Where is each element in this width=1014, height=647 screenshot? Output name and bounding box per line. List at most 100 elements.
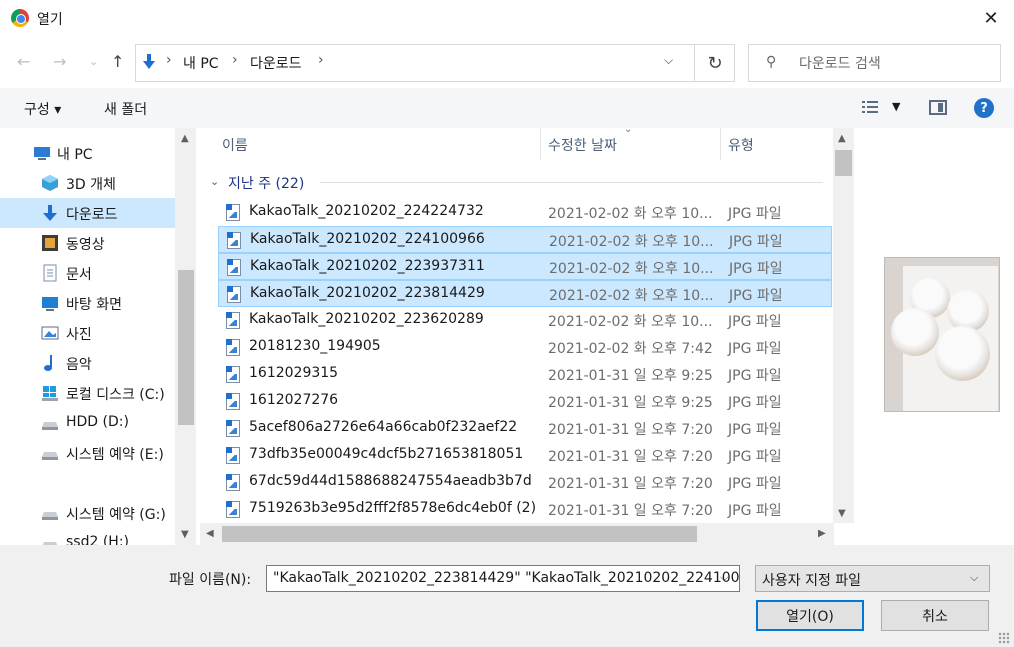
3d-objects-icon	[42, 175, 58, 191]
file-row[interactable]: KakaoTalk_20210202_224100966 2021-02-02 화…	[218, 226, 832, 253]
file-name: 1612027276	[249, 392, 339, 408]
column-divider[interactable]	[720, 128, 721, 160]
file-name: 20181230_194905	[249, 338, 381, 354]
resize-grip-icon[interactable]	[998, 632, 1010, 644]
jpg-file-icon	[227, 232, 241, 249]
file-row[interactable]: 20181230_194905 2021-02-02 화 오후 7:42 JPG 파…	[218, 334, 832, 361]
nav-item-label: 동영상	[66, 237, 105, 253]
column-divider[interactable]	[540, 128, 541, 160]
file-type: JPG 파일	[728, 503, 782, 519]
pc-icon	[34, 147, 50, 160]
breadcrumb-my-pc[interactable]: 내 PC	[183, 53, 219, 73]
bottom-panel	[0, 545, 1014, 647]
nav-scrollbar-thumb[interactable]	[178, 270, 194, 425]
file-name: KakaoTalk_20210202_224100966	[250, 231, 485, 247]
file-row[interactable]: 7519263b3e95d2fff2f8578e6dc4eb0f (2) 2021…	[218, 496, 832, 523]
address-dropdown-chevron-icon[interactable]: ⌵	[664, 53, 673, 68]
file-row[interactable]: KakaoTalk_20210202_224224732 2021-02-02 화…	[218, 199, 832, 226]
file-row[interactable]: KakaoTalk_20210202_223620289 2021-02-02 화…	[218, 307, 832, 334]
nav-item-downloads[interactable]: 다운로드	[0, 198, 175, 228]
file-date: 2021-02-02 화 오후 7:42	[548, 341, 713, 357]
view-options-icon[interactable]	[862, 100, 878, 114]
vertical-scrollbar-thumb[interactable]	[835, 150, 852, 176]
nav-item-label: 문서	[66, 267, 92, 283]
nav-item-local-disk-c[interactable]: 로컬 디스크 (C:)	[0, 378, 175, 408]
scroll-right-arrow-icon[interactable]: ▶	[818, 528, 826, 539]
preview-pane-toggle-icon[interactable]	[929, 100, 947, 115]
nav-item-ssd2-h[interactable]: ssd2 (H:)	[0, 528, 175, 545]
file-row[interactable]: 1612027276 2021-01-31 일 오후 9:25 JPG 파일	[218, 388, 832, 415]
forward-arrow-icon[interactable]: →	[53, 52, 66, 71]
new-folder-button[interactable]: 새 폴더	[104, 99, 147, 119]
horizontal-scrollbar-thumb[interactable]	[222, 526, 697, 542]
recent-locations-chevron-icon[interactable]: ⌄	[89, 55, 98, 68]
file-row[interactable]: 5acef806a2726e64a66cab0f232aef22 2021-01-…	[218, 415, 832, 442]
file-row[interactable]: 67dc59d44d1588688247554aeadb3b7d 2021-01-…	[218, 469, 832, 496]
file-row[interactable]: 73dfb35e00049c4dcf5b271653818051 2021-01-…	[218, 442, 832, 469]
filename-input[interactable]: "KakaoTalk_20210202_223814429" "KakaoTal…	[266, 565, 740, 592]
scroll-down-arrow-icon[interactable]: ▼	[181, 529, 189, 540]
nav-item-label: 바탕 화면	[66, 297, 122, 313]
file-type-select[interactable]: 사용자 지정 파일	[755, 565, 990, 592]
nav-item-system-reserved-e[interactable]: 시스템 예약 (E:)	[0, 438, 175, 468]
file-type: JPG 파일	[728, 449, 782, 465]
column-header-date[interactable]: 수정한 날짜	[548, 135, 617, 155]
nav-item-desktop[interactable]: 바탕 화면	[0, 288, 175, 318]
breadcrumb-separator[interactable]: ›	[318, 52, 324, 68]
nav-item-videos[interactable]: 동영상	[0, 228, 175, 258]
drive-icon	[42, 512, 58, 520]
scroll-down-arrow-icon[interactable]: ▼	[838, 508, 846, 519]
group-header[interactable]: 지난 주 (22)	[228, 173, 304, 193]
nav-item-label: 시스템 예약 (E:)	[66, 447, 164, 463]
close-button[interactable]: ✕	[968, 0, 1014, 36]
jpg-file-icon	[227, 259, 241, 276]
nav-item-my-pc[interactable]: 내 PC	[0, 138, 175, 168]
file-row[interactable]: 1612029315 2021-01-31 일 오후 9:25 JPG 파일	[218, 361, 832, 388]
chrome-app-icon	[11, 9, 29, 27]
breadcrumb-separator[interactable]: ›	[232, 52, 238, 68]
scroll-up-arrow-icon[interactable]: ▲	[838, 133, 846, 144]
file-type: JPG 파일	[728, 476, 782, 492]
file-list-vertical-scrollbar[interactable]	[833, 128, 854, 523]
organize-button[interactable]: 구성 ▾	[24, 99, 61, 119]
jpg-file-icon	[226, 447, 240, 464]
file-row[interactable]: KakaoTalk_20210202_223937311 2021-02-02 화…	[218, 253, 832, 280]
jpg-file-icon	[226, 312, 240, 329]
cancel-button[interactable]: 취소	[881, 600, 989, 631]
nav-item-music[interactable]: 음악	[0, 348, 175, 378]
nav-item-system-reserved-g[interactable]: 시스템 예약 (G:)	[0, 498, 175, 528]
refresh-icon[interactable]: ↻	[694, 44, 735, 82]
group-collapse-chevron-icon[interactable]: ⌄	[210, 175, 219, 188]
nav-item-label: 3D 개체	[66, 177, 116, 193]
file-name: 67dc59d44d1588688247554aeadb3b7d	[249, 473, 532, 489]
filename-dropdown-chevron-icon[interactable]: ⌵	[720, 571, 728, 585]
windows-drive-icon	[42, 386, 58, 401]
breadcrumb-separator[interactable]: ›	[166, 52, 172, 68]
drive-icon	[42, 452, 58, 460]
nav-item-documents[interactable]: 문서	[0, 258, 175, 288]
breadcrumb-downloads[interactable]: 다운로드	[250, 53, 302, 73]
file-type-chevron-icon[interactable]: ⌵	[970, 571, 978, 585]
up-arrow-icon[interactable]: ↑	[111, 52, 124, 71]
scroll-up-arrow-icon[interactable]: ▲	[181, 133, 189, 144]
open-button[interactable]: 열기(O)	[756, 600, 864, 631]
nav-item-pictures[interactable]: 사진	[0, 318, 175, 348]
column-header-name[interactable]: 이름	[222, 135, 248, 155]
file-date: 2021-01-31 일 오후 7:20	[548, 503, 713, 519]
column-header-type[interactable]: 유형	[728, 135, 754, 155]
file-date: 2021-02-02 화 오후 10...	[548, 314, 713, 330]
file-name: 1612029315	[249, 365, 339, 381]
nav-item-3d-objects[interactable]: 3D 개체	[0, 168, 175, 198]
jpg-file-icon	[226, 474, 240, 491]
file-name: 5acef806a2726e64a66cab0f232aef22	[249, 419, 518, 435]
nav-item-hdd-d[interactable]: HDD (D:)	[0, 408, 175, 438]
file-date: 2021-02-02 화 오후 10...	[549, 234, 714, 250]
file-row[interactable]: KakaoTalk_20210202_223814429 2021-02-02 화…	[218, 280, 832, 307]
help-icon[interactable]: ?	[974, 98, 994, 118]
jpg-file-icon	[226, 366, 240, 383]
address-bar[interactable]	[135, 44, 735, 82]
view-dropdown-icon[interactable]: ▼	[892, 100, 900, 113]
file-type: JPG 파일	[728, 206, 782, 222]
back-arrow-icon[interactable]: ←	[17, 52, 30, 71]
scroll-left-arrow-icon[interactable]: ◀	[206, 528, 214, 539]
